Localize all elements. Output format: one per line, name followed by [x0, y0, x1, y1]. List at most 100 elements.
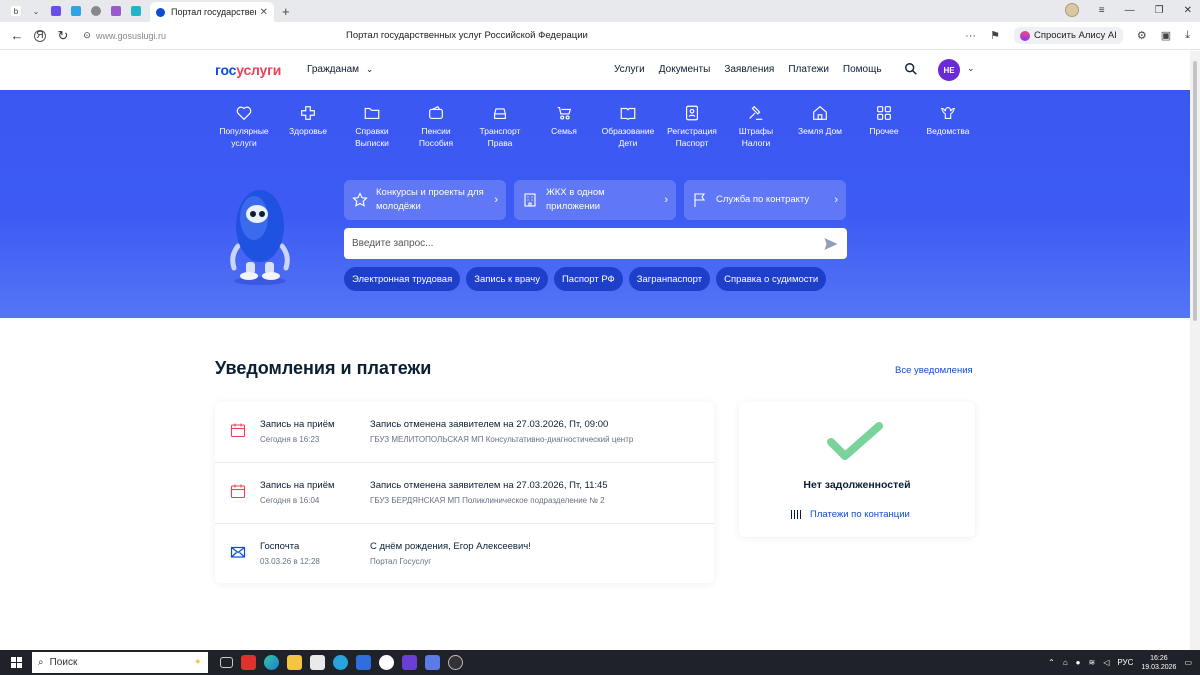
tab-icon-b[interactable]: b: [11, 6, 21, 16]
chevron-right-icon: ›: [494, 194, 498, 206]
new-tab-icon[interactable]: +: [282, 4, 290, 19]
search-icon[interactable]: [904, 62, 918, 76]
microphone-icon[interactable]: ●: [1076, 658, 1081, 667]
ask-alice-button[interactable]: Спросить Алису AI: [1013, 27, 1123, 44]
category-certificates[interactable]: Справки Выписки: [340, 104, 404, 149]
ask-alice-label: Спросить Алису AI: [1033, 30, 1117, 41]
wallet-icon: [429, 105, 443, 119]
yandex-browser-icon[interactable]: [379, 655, 394, 670]
chip-passport[interactable]: Паспорт РФ: [553, 267, 623, 291]
chevron-down-icon[interactable]: ⌄: [31, 6, 41, 16]
anydesk-icon[interactable]: [241, 655, 256, 670]
send-icon[interactable]: [823, 236, 839, 252]
health-cross-icon: [301, 106, 315, 120]
chip-foreign-passport[interactable]: Загранпаспорт: [628, 267, 711, 291]
folder-icon: [364, 107, 380, 119]
notification-type: Госпочта: [260, 541, 300, 552]
persona-label: Гражданам: [307, 64, 360, 75]
payments-by-receipt-link[interactable]: Платежи по контанции: [791, 509, 910, 520]
promo-youth-projects[interactable]: Конкурсы и проекты для молодёжи ›: [344, 180, 506, 220]
top-nav: Услуги Документы Заявления Платежи Помощ…: [614, 64, 882, 75]
category-fines[interactable]: Штрафы Налоги: [724, 104, 788, 149]
category-pensions[interactable]: Пенсии Пособия: [404, 104, 468, 149]
promo-contract-service[interactable]: Служба по контракту ›: [684, 180, 846, 220]
robot-mascot-image: [230, 190, 290, 285]
restore-icon[interactable]: ❐: [1155, 5, 1164, 16]
taskbar-search[interactable]: ⌕ Поиск ✦: [32, 652, 208, 673]
edge-icon[interactable]: [264, 655, 279, 670]
more-icon[interactable]: ···: [965, 30, 976, 42]
category-health[interactable]: Здоровье: [276, 104, 340, 149]
category-label: Ведомства: [926, 126, 970, 136]
chip-doctor-appointment[interactable]: Запись к врачу: [466, 267, 548, 291]
tab-icon-2[interactable]: [71, 6, 81, 16]
store-icon[interactable]: [310, 655, 325, 670]
telegram-icon[interactable]: [333, 655, 348, 670]
volume-icon[interactable]: ◁: [1103, 658, 1109, 667]
yandex-icon[interactable]: Я: [34, 29, 46, 42]
chip-electronic-workbook[interactable]: Электронная трудовая: [344, 267, 461, 291]
close-window-icon[interactable]: ✕: [1184, 5, 1192, 16]
app-c-icon[interactable]: [402, 655, 417, 670]
category-bar: Популярные услуги Здоровье Справки Выпис…: [212, 104, 980, 149]
all-notifications-link[interactable]: Все уведомления: [895, 365, 973, 376]
category-transport[interactable]: Транспорт Права: [468, 104, 532, 149]
category-family[interactable]: Семья: [532, 104, 596, 149]
category-land[interactable]: Земля Дом: [788, 104, 852, 149]
tab-icon-4[interactable]: [111, 6, 121, 16]
task-view-icon[interactable]: [220, 657, 233, 668]
promo-housing-app[interactable]: ЖКХ в одном приложении ›: [514, 180, 676, 220]
language-indicator[interactable]: РУС: [1117, 658, 1133, 667]
obs-icon[interactable]: [448, 655, 463, 670]
nav-help[interactable]: Помощь: [843, 64, 882, 75]
tab-icon-1[interactable]: [51, 6, 61, 16]
category-popular[interactable]: Популярные услуги: [212, 104, 276, 149]
url-text[interactable]: www.gosuslugi.ru: [96, 31, 166, 41]
category-education[interactable]: Образование Дети: [596, 104, 660, 149]
category-registration[interactable]: Регистрация Паспорт: [660, 104, 724, 149]
notification-item[interactable]: Госпочта 03.03.26 в 12:28 С днём рождени…: [215, 524, 714, 584]
notification-text: Запись отменена заявителем на 27.03.2026…: [370, 480, 608, 491]
active-tab[interactable]: Портал государственн ✕: [150, 2, 274, 22]
gosuslugi-logo[interactable]: госуслуги: [215, 62, 281, 78]
extensions-icon[interactable]: ⚙: [1137, 29, 1147, 42]
persona-selector[interactable]: Гражданам ⌄: [307, 64, 373, 75]
notifications-icon[interactable]: ▭: [1184, 658, 1192, 667]
close-tab-icon[interactable]: ✕: [260, 7, 268, 18]
wifi-icon[interactable]: ≋: [1089, 658, 1096, 667]
category-label: Регистрация Паспорт: [667, 126, 717, 148]
notification-item[interactable]: Запись на приём Сегодня в 16:23 Запись о…: [215, 402, 714, 462]
chevron-down-icon[interactable]: ⌄: [967, 63, 975, 74]
nav-payments[interactable]: Платежи: [788, 64, 829, 75]
downloads-icon[interactable]: ⤓: [1185, 29, 1190, 42]
menu-icon[interactable]: ≡: [1099, 5, 1105, 16]
network-icon[interactable]: ⌂: [1063, 658, 1068, 667]
category-agencies[interactable]: Ведомства: [916, 104, 980, 149]
scrollbar-thumb[interactable]: [1193, 61, 1197, 321]
chevron-up-icon[interactable]: ⌃: [1048, 658, 1055, 667]
bookmark-icon[interactable]: ⚑: [990, 29, 1000, 42]
profile-icon[interactable]: [1064, 3, 1079, 17]
tab-icon-5[interactable]: [131, 6, 141, 16]
clock[interactable]: 16:26 19.03.2026: [1141, 654, 1176, 672]
chip-criminal-record[interactable]: Справка о судимости: [716, 267, 827, 291]
collections-icon[interactable]: ▣: [1161, 29, 1171, 42]
no-debts-status: Нет задолженностей: [803, 479, 911, 491]
start-button[interactable]: [0, 650, 32, 675]
mail-icon[interactable]: [356, 655, 371, 670]
nav-applications[interactable]: Заявления: [724, 64, 774, 75]
page-scrollbar[interactable]: [1190, 51, 1200, 650]
app-blue-icon[interactable]: [425, 655, 440, 670]
notification-date: Сегодня в 16:04: [260, 496, 320, 505]
minimize-icon[interactable]: —: [1125, 5, 1135, 16]
notification-item[interactable]: Запись на приём Сегодня в 16:04 Запись о…: [215, 463, 714, 523]
nav-documents[interactable]: Документы: [659, 64, 711, 75]
reload-icon[interactable]: ↻: [56, 28, 70, 44]
category-other[interactable]: Прочее: [852, 104, 916, 149]
nav-services[interactable]: Услуги: [614, 64, 645, 75]
search-input[interactable]: [352, 238, 823, 249]
avatar[interactable]: НЕ: [938, 59, 960, 81]
tab-icon-3[interactable]: [91, 6, 101, 16]
back-icon[interactable]: ←: [10, 28, 24, 43]
file-explorer-icon[interactable]: [287, 655, 302, 670]
